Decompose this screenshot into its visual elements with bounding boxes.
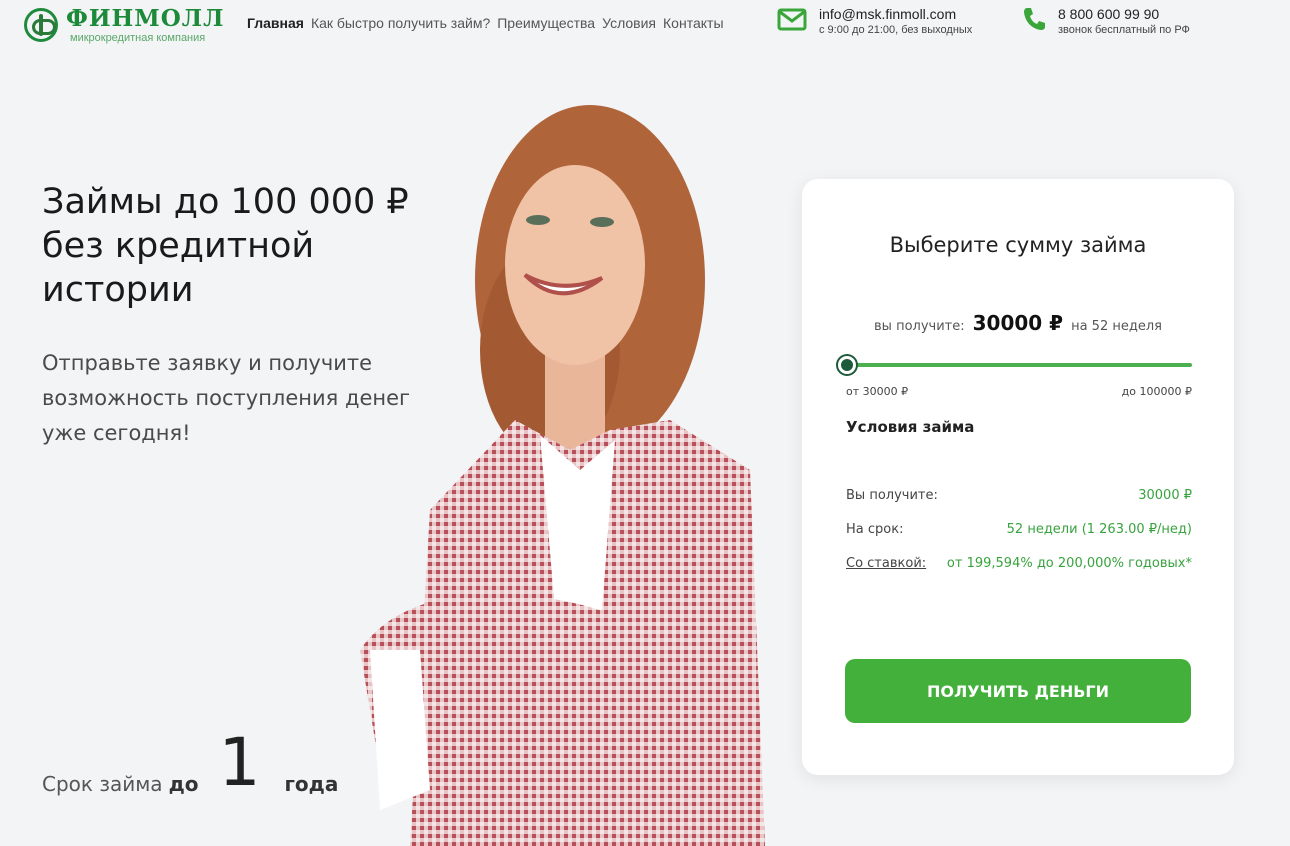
nav-advantages[interactable]: Преимущества xyxy=(497,15,595,31)
brand-name: ФИНМОЛЛ xyxy=(66,5,225,32)
receive-amount: 30000 ₽ xyxy=(972,311,1064,335)
term-unit: года xyxy=(284,772,339,796)
phone-contact: 8 800 600 99 90 звонок бесплатный по РФ xyxy=(1022,6,1190,36)
amount-slider[interactable] xyxy=(838,356,1192,374)
receive-label: вы получите: xyxy=(874,319,965,334)
condition-key: Вы получите: xyxy=(846,488,938,503)
finmoll-logo-mark xyxy=(24,8,58,42)
envelope-icon xyxy=(777,8,807,31)
nav-how-to-get[interactable]: Как быстро получить займ? xyxy=(311,15,490,31)
get-money-button[interactable]: ПОЛУЧИТЬ ДЕНЬГИ xyxy=(845,659,1191,723)
slider-max-label: до 100000 ₽ xyxy=(1121,385,1192,398)
nav-contacts[interactable]: Контакты xyxy=(663,15,723,31)
receive-summary: вы получите: 30000 ₽ на 52 неделя xyxy=(802,311,1234,335)
condition-row-amount: Вы получите: 30000 ₽ xyxy=(846,488,1192,503)
phone-icon xyxy=(1024,8,1045,30)
term-do: до xyxy=(168,772,199,796)
nav-conditions[interactable]: Условия xyxy=(602,15,656,31)
hero-woman-image xyxy=(360,105,765,846)
nav-home[interactable]: Главная xyxy=(247,15,304,31)
receive-period: на 52 неделя xyxy=(1071,319,1162,334)
loan-calculator-card: Выберите сумму займа вы получите: 30000 … xyxy=(802,179,1234,775)
phone-number[interactable]: 8 800 600 99 90 xyxy=(1058,6,1190,22)
term-number: 1 xyxy=(218,724,261,801)
condition-value: 52 недели (1 263.00 ₽/нед) xyxy=(1006,522,1192,537)
email-hours: с 9:00 до 21:00, без выходных xyxy=(819,24,973,36)
condition-key: На срок: xyxy=(846,522,904,537)
email-contact: info@msk.finmoll.com с 9:00 до 21:00, бе… xyxy=(777,6,972,36)
calculator-title: Выберите сумму займа xyxy=(889,233,1147,257)
loan-term: Срок займа до 1 года xyxy=(42,724,339,801)
slider-thumb[interactable] xyxy=(838,356,856,374)
phone-note: звонок бесплатный по РФ xyxy=(1058,24,1190,36)
condition-value: 30000 ₽ xyxy=(1138,488,1192,503)
rate-link[interactable]: Со ставкой: xyxy=(846,556,926,571)
condition-row-term: На срок: 52 недели (1 263.00 ₽/нед) xyxy=(846,522,1192,537)
brand-tagline: микрокредитная компания xyxy=(70,32,206,44)
slider-track[interactable] xyxy=(844,363,1192,367)
conditions-title: Условия займа xyxy=(846,418,975,436)
logo[interactable]: ФИНМОЛЛ микрокредитная компания xyxy=(24,6,224,44)
main-nav: Главная Как быстро получить займ? Преиму… xyxy=(247,15,724,31)
condition-value: от 199,594% до 200,000% годовых* xyxy=(946,556,1192,571)
term-prefix: Срок займа xyxy=(42,772,163,796)
condition-row-rate: Со ставкой: от 199,594% до 200,000% годо… xyxy=(846,556,1192,571)
email-address[interactable]: info@msk.finmoll.com xyxy=(819,6,972,22)
slider-min-label: от 30000 ₽ xyxy=(846,385,909,398)
